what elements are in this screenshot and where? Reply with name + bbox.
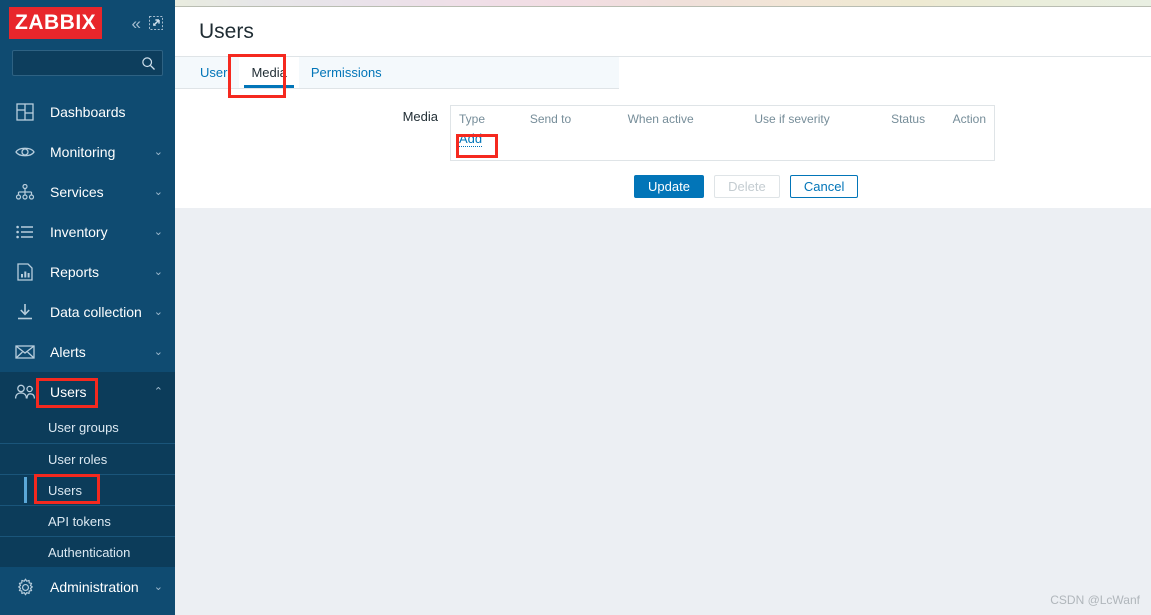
sidebar: ZABBIX « Dashboards Monitoring ⌄ Service… <box>0 0 175 615</box>
media-table: Type Send to When active Use if severity… <box>450 105 995 161</box>
report-chart-icon <box>14 261 36 283</box>
search-input[interactable] <box>19 55 141 71</box>
sidebar-subitem-label: Authentication <box>48 544 131 560</box>
column-header-send-to: Send to <box>529 112 572 126</box>
sidebar-item-users[interactable]: Users ⌃ <box>0 372 175 412</box>
sidebar-nav: Dashboards Monitoring ⌄ Services ⌄ Inven… <box>0 92 175 607</box>
main-content: Users User Media Permissions Media Type … <box>175 0 1151 615</box>
envelope-icon <box>14 341 36 363</box>
tab-label: Media <box>251 65 287 80</box>
sidebar-search <box>0 46 175 86</box>
sidebar-item-user-groups[interactable]: User groups <box>0 412 175 443</box>
sidebar-subitem-label: Users <box>48 482 82 498</box>
sidebar-item-label: Inventory <box>50 224 108 240</box>
media-field-row: Media Type Send to When active Use if se… <box>175 105 1151 161</box>
page-title: Users <box>199 19 254 43</box>
tab-user[interactable]: User <box>188 57 239 88</box>
sidebar-item-reports[interactable]: Reports ⌄ <box>0 252 175 292</box>
chevron-down-icon: ⌄ <box>153 185 163 198</box>
sidebar-item-alerts[interactable]: Alerts ⌄ <box>0 332 175 372</box>
download-icon <box>14 301 36 323</box>
sidebar-item-inventory[interactable]: Inventory ⌄ <box>0 212 175 252</box>
column-header-status: Status <box>891 112 926 126</box>
sidebar-item-administration[interactable]: Administration ⌄ <box>0 567 175 607</box>
tab-label: Permissions <box>310 65 382 80</box>
chevron-up-icon: ⌃ <box>153 385 163 398</box>
sidebar-subitem-label: User groups <box>48 420 119 435</box>
zabbix-app: ZABBIX « Dashboards Monitoring ⌄ Service… <box>0 0 1151 615</box>
sidebar-item-label: Data collection <box>50 304 142 320</box>
sidebar-item-label: Services <box>50 184 104 200</box>
sidebar-item-user-roles[interactable]: User roles <box>0 443 175 474</box>
form-buttons: Update Delete Cancel <box>175 175 1151 198</box>
chevron-down-icon: ⌄ <box>153 580 163 593</box>
sitemap-icon <box>14 181 36 203</box>
chevron-down-icon: ⌄ <box>153 145 163 158</box>
sidebar-item-authentication[interactable]: Authentication <box>0 536 175 567</box>
sidebar-header: ZABBIX « <box>0 0 175 46</box>
column-header-type: Type <box>459 112 486 126</box>
user-form-panel: User Media Permissions Media Type Send t… <box>175 54 1151 208</box>
column-header-action: Action <box>952 112 986 126</box>
chevron-double-left-icon[interactable]: « <box>132 15 141 32</box>
sidebar-subitem-label: User roles <box>48 451 108 467</box>
sidebar-item-data-collection[interactable]: Data collection ⌄ <box>0 292 175 332</box>
sidebar-item-api-tokens[interactable]: API tokens <box>0 505 175 536</box>
table-add-row: Add <box>451 131 994 160</box>
sidebar-item-label: Reports <box>50 264 100 280</box>
form-tabs: User Media Permissions <box>175 57 619 89</box>
column-header-when-active: When active <box>627 112 694 126</box>
table-header-row: Type Send to When active Use if severity… <box>451 106 994 131</box>
sidebar-item-users-sub[interactable]: Users <box>0 474 175 505</box>
eye-icon <box>14 141 36 163</box>
page-header: Users <box>175 7 1151 56</box>
search-box[interactable] <box>12 50 163 76</box>
gear-icon <box>14 576 36 598</box>
add-cell: Add <box>451 131 994 160</box>
tab-label: User <box>200 65 228 80</box>
sidebar-item-label: Dashboards <box>50 104 126 120</box>
tab-permissions[interactable]: Permissions <box>299 57 394 88</box>
chevron-down-icon: ⌄ <box>153 225 163 238</box>
sidebar-subitem-label: API tokens <box>48 513 111 529</box>
sidebar-item-dashboards[interactable]: Dashboards <box>0 92 175 132</box>
sidebar-header-controls: « <box>132 15 165 32</box>
dashboard-grid-icon <box>14 101 36 123</box>
sidebar-item-services[interactable]: Services ⌄ <box>0 172 175 212</box>
watermark: CSDN @LcWanf <box>1050 593 1140 607</box>
search-icon[interactable] <box>141 56 156 71</box>
update-button[interactable]: Update <box>634 175 704 198</box>
chevron-down-icon: ⌄ <box>153 305 163 318</box>
top-gradient-strip <box>175 0 1151 7</box>
sidebar-item-label: Alerts <box>50 344 86 360</box>
list-icon <box>14 221 36 243</box>
form-body: Media Type Send to When active Use if se… <box>175 89 1151 198</box>
chevron-down-icon: ⌄ <box>153 345 163 358</box>
column-header-use-if-severity: Use if severity <box>754 112 830 126</box>
sidebar-item-label: Users <box>50 384 87 400</box>
sidebar-item-label: Monitoring <box>50 144 116 160</box>
media-field-label: Media <box>402 109 438 124</box>
sidebar-submenu-users: User groups User roles Users API tokens … <box>0 412 175 567</box>
sidebar-item-label: Administration <box>50 579 139 595</box>
chevron-down-icon: ⌄ <box>153 265 163 278</box>
users-icon <box>14 381 36 403</box>
sidebar-item-monitoring[interactable]: Monitoring ⌄ <box>0 132 175 172</box>
tab-media[interactable]: Media <box>239 57 299 88</box>
cancel-button[interactable]: Cancel <box>789 175 859 198</box>
add-media-link[interactable]: Add <box>459 132 483 147</box>
delete-button: Delete <box>713 175 780 198</box>
kiosk-expand-icon[interactable] <box>149 16 163 30</box>
zabbix-logo[interactable]: ZABBIX <box>9 7 103 39</box>
